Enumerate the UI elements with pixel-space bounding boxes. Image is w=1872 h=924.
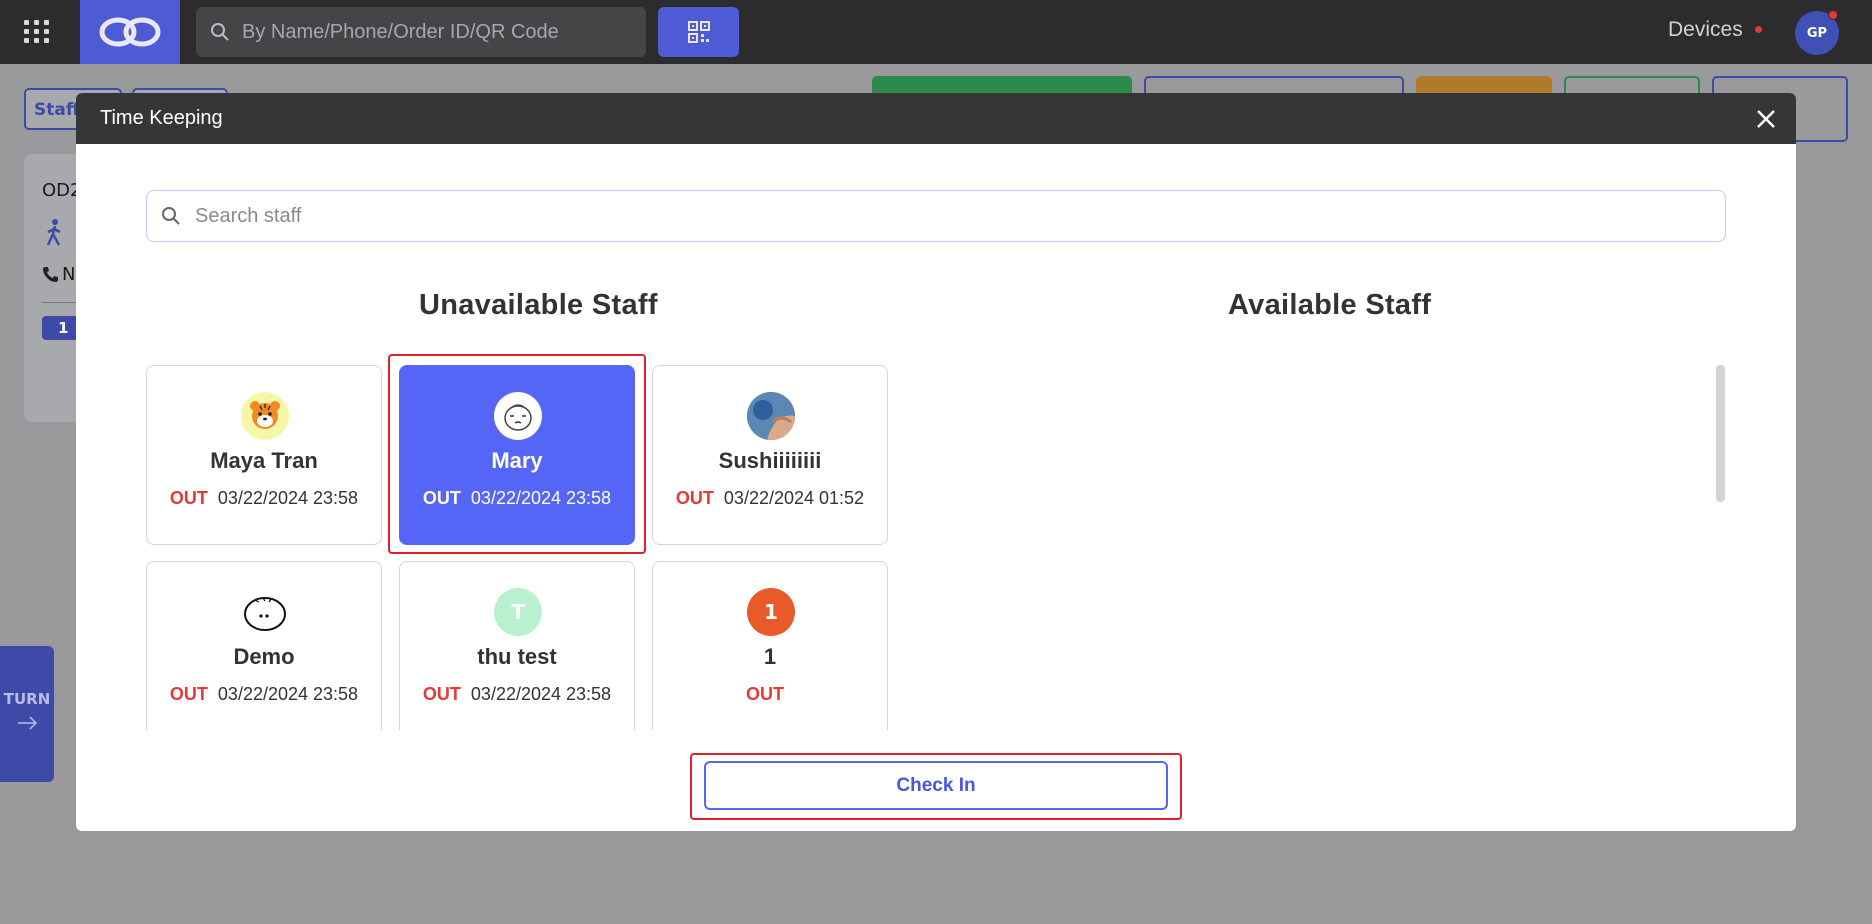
initial-avatar: 1 <box>747 588 795 636</box>
global-search-input[interactable]: By Name/Phone/Order ID/QR Code <box>196 7 646 57</box>
staff-status: OUT <box>422 488 461 508</box>
staff-card-thu-test[interactable]: T thu test OUT 03/22/2024 23:58 <box>399 561 635 730</box>
staff-name: Demo <box>233 644 295 669</box>
unavailable-staff-title: Unavailable Staff <box>419 289 658 321</box>
staff-status-row: OUT 03/22/2024 23:58 <box>400 488 634 509</box>
round-face-icon <box>241 588 289 636</box>
qr-code-icon <box>687 21 710 43</box>
staff-time: 03/22/2024 01:52 <box>723 488 865 508</box>
staff-card-sushiiiiiiii[interactable]: Sushiiiiiiii OUT 03/22/2024 01:52 <box>652 365 888 545</box>
top-bar: By Name/Phone/Order ID/QR Code Devices G… <box>0 0 1872 64</box>
staff-card-maya-tran[interactable]: Maya Tran OUT 03/22/2024 23:58 <box>146 365 382 545</box>
photo-avatar <box>747 392 795 440</box>
arrow-right-icon <box>18 716 38 730</box>
turn-label: TURN <box>3 690 51 708</box>
staff-status-row: OUT <box>653 684 887 705</box>
staff-name: Mary <box>491 448 543 473</box>
staff-time: 03/22/2024 23:58 <box>470 684 612 704</box>
staff-status-row: OUT 03/22/2024 23:58 <box>147 684 381 705</box>
search-icon <box>211 23 229 41</box>
cartoon-face-icon <box>494 392 542 440</box>
staff-status-row: OUT 03/22/2024 23:58 <box>147 488 381 509</box>
staff-time: 03/22/2024 23:58 <box>217 684 359 704</box>
walk-in-icon <box>46 219 61 246</box>
staff-status: OUT <box>746 684 784 704</box>
modal-header: Time Keeping <box>76 93 1796 144</box>
staff-search-box <box>146 190 1726 242</box>
link-logo-icon <box>99 17 161 47</box>
apps-grid-icon[interactable] <box>24 20 56 44</box>
search-icon <box>162 207 180 225</box>
staff-status-row: OUT 03/22/2024 23:58 <box>400 684 634 705</box>
check-in-button[interactable]: Check In <box>704 761 1168 810</box>
initial-avatar: T <box>494 588 542 636</box>
staff-status: OUT <box>169 684 208 704</box>
staff-card-1[interactable]: 1 1 OUT <box>652 561 888 730</box>
staff-list-scrollbar[interactable] <box>1716 365 1725 502</box>
global-search-placeholder: By Name/Phone/Order ID/QR Code <box>242 20 559 43</box>
phone-prefix: N <box>62 264 76 285</box>
user-notification-dot <box>1828 10 1838 20</box>
staff-name: Sushiiiiiiii <box>718 448 822 473</box>
staff-card-mary[interactable]: Mary OUT 03/22/2024 23:58 <box>399 365 635 545</box>
tiger-icon <box>241 392 289 440</box>
modal-title: Time Keeping <box>100 107 223 129</box>
devices-alert-dot <box>1755 26 1762 33</box>
available-staff-title: Available Staff <box>1228 289 1432 321</box>
staff-name: thu test <box>477 644 557 669</box>
staff-name: Maya Tran <box>210 448 318 473</box>
phone-icon <box>43 267 58 282</box>
staff-time: 03/22/2024 23:58 <box>470 488 612 508</box>
qr-scan-button[interactable] <box>658 7 739 57</box>
close-icon[interactable] <box>1752 105 1780 133</box>
turn-panel-toggle[interactable]: TURN <box>0 646 54 782</box>
app-logo[interactable] <box>80 0 180 64</box>
staff-time: 03/22/2024 23:58 <box>217 488 359 508</box>
staff-search-input[interactable] <box>195 204 1695 228</box>
staff-status: OUT <box>422 684 461 704</box>
staff-status: OUT <box>169 488 208 508</box>
staff-name: 1 <box>763 644 777 669</box>
staff-status-row: OUT 03/22/2024 01:52 <box>653 488 887 509</box>
unavailable-staff-grid: Maya Tran OUT 03/22/2024 23:58 Mary OUT … <box>146 365 896 730</box>
staff-card-demo[interactable]: Demo OUT 03/22/2024 23:58 <box>146 561 382 730</box>
time-keeping-modal: Time Keeping Unavailable Staff Available… <box>76 93 1796 831</box>
staff-status: OUT <box>675 488 714 508</box>
devices-menu[interactable]: Devices <box>1668 18 1743 42</box>
